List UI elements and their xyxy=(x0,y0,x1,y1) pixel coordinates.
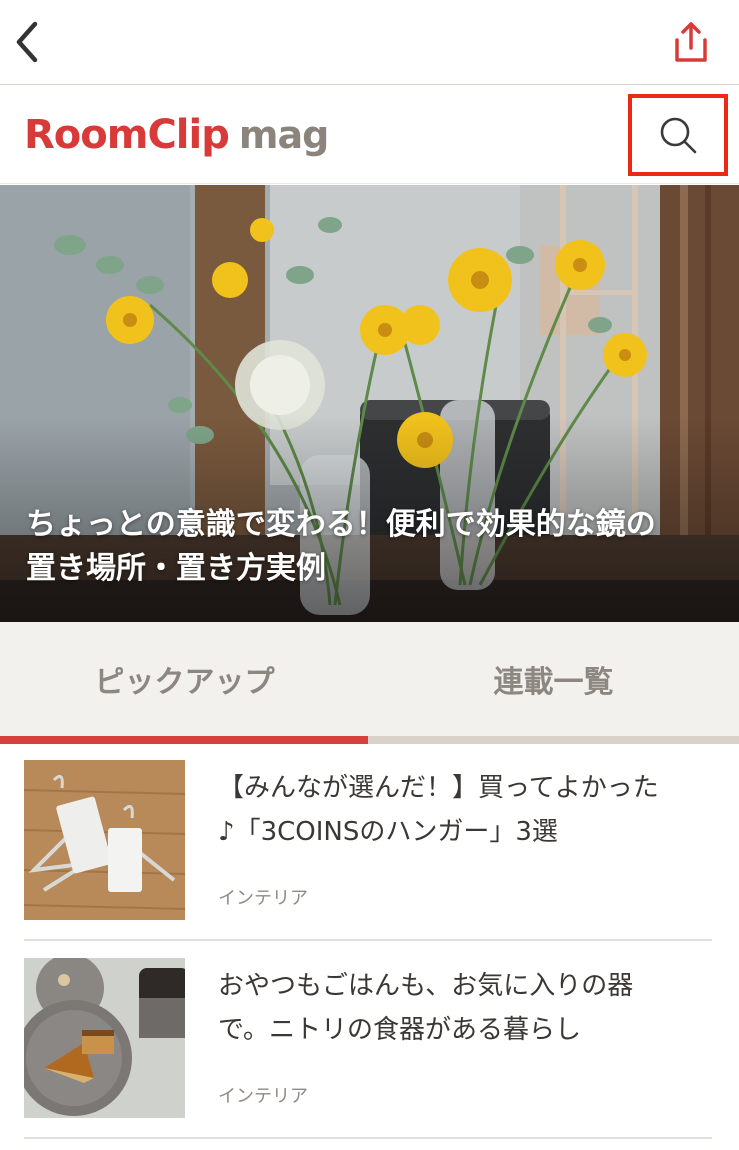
share-button[interactable] xyxy=(667,14,715,70)
tableware-photo xyxy=(24,958,185,1118)
chevron-left-icon xyxy=(16,21,38,63)
share-icon xyxy=(675,22,707,62)
article-title-line-1: 【みんなが選んだ！】買ってよかった xyxy=(218,773,659,803)
article-thumbnail xyxy=(24,958,185,1118)
hero-title-line-2: 置き場所・置き方実例 xyxy=(26,551,326,586)
tab-bar: ピックアップ 連載一覧 xyxy=(0,622,739,744)
logo-brand-text: RoomClip xyxy=(24,112,230,158)
article-title: おやつもごはんも、お気に入りの器 で。ニトリの食器がある暮らし xyxy=(218,964,688,1052)
article-title-line-1: おやつもごはんも、お気に入りの器 xyxy=(218,971,634,1001)
article-category: インテリア xyxy=(218,888,308,909)
search-icon xyxy=(660,117,697,154)
article-category: インテリア xyxy=(218,1086,308,1107)
article-list-item[interactable]: 【みんなが選んだ！】買ってよかった ♪「3COINSのハンガー」3選 インテリア xyxy=(24,744,712,926)
tab-series-list[interactable]: 連載一覧 xyxy=(369,622,738,736)
article-title-line-2: で。ニトリの食器がある暮らし xyxy=(218,1015,581,1045)
tab-indicator-track xyxy=(368,736,739,744)
hero-title: ちょっとの意識で変わる！便利で効果的な鏡の 置き場所・置き方実例 xyxy=(26,503,716,591)
hanger-photo xyxy=(24,760,185,920)
article-thumbnail xyxy=(24,760,185,920)
article-title: 【みんなが選んだ！】買ってよかった ♪「3COINSのハンガー」3選 xyxy=(218,766,688,854)
tab-pickup[interactable]: ピックアップ xyxy=(0,622,369,736)
hero-banner[interactable]: ちょっとの意識で変わる！便利で効果的な鏡の 置き場所・置き方実例 xyxy=(0,185,739,622)
list-divider xyxy=(24,1137,712,1139)
search-button[interactable] xyxy=(628,94,728,176)
hero-title-line-1: ちょっとの意識で変わる！便利で効果的な鏡の xyxy=(26,507,656,542)
article-title-line-2: ♪「3COINSのハンガー」3選 xyxy=(218,817,558,847)
brand-header: RoomClip mag xyxy=(0,86,739,184)
tab-active-indicator xyxy=(0,736,368,744)
back-button[interactable] xyxy=(6,14,50,70)
top-nav-bar xyxy=(0,0,739,85)
logo-mag-text: mag xyxy=(238,113,329,157)
article-list-item[interactable]: おやつもごはんも、お気に入りの器 で。ニトリの食器がある暮らし インテリア xyxy=(24,942,712,1124)
roomclip-mag-logo[interactable]: RoomClip mag xyxy=(24,108,329,162)
list-divider xyxy=(24,939,712,941)
